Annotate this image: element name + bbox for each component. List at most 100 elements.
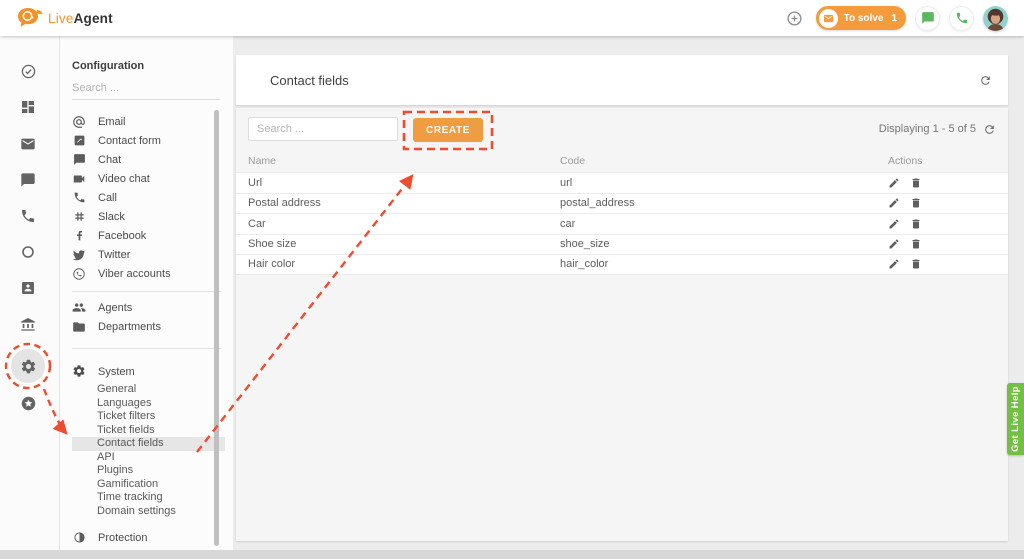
sidebar-divider xyxy=(72,348,221,349)
check-circle-icon xyxy=(20,63,37,80)
topbar: LiveAgent To solve 1 xyxy=(0,0,1024,36)
table-row[interactable]: Shoe size shoe_size xyxy=(236,234,1008,255)
rail-item-online-visitors[interactable] xyxy=(16,240,40,264)
liveagent-logo[interactable]: LiveAgent xyxy=(16,6,113,30)
sidebar-item-api[interactable]: API xyxy=(60,451,233,465)
column-header-name: Name xyxy=(236,155,560,167)
sidebar-item-call[interactable]: Call xyxy=(60,188,233,207)
cell-code: car xyxy=(560,218,888,230)
phone-icon xyxy=(20,208,36,224)
column-header-code: Code xyxy=(560,155,888,167)
delete-button[interactable] xyxy=(910,177,922,189)
sidebar-item-slack[interactable]: Slack xyxy=(60,207,233,226)
edit-button[interactable] xyxy=(888,238,900,250)
sidebar-item-viber-accounts[interactable]: Viber accounts xyxy=(60,264,233,283)
sidebar-item-contact-fields[interactable]: Contact fields xyxy=(72,437,225,451)
sidebar-item-ticket-fields[interactable]: Ticket fields xyxy=(60,424,233,438)
user-avatar[interactable] xyxy=(983,6,1008,31)
rail-item-settings[interactable] xyxy=(16,354,40,378)
sidebar-item-system[interactable]: System xyxy=(60,361,233,383)
refresh-button[interactable] xyxy=(979,74,992,87)
rail-item-chats[interactable] xyxy=(16,168,40,192)
table-row[interactable]: Url url xyxy=(236,172,1008,193)
viber-icon xyxy=(72,267,86,281)
edit-button[interactable] xyxy=(888,258,900,270)
sidebar-item-label: Agents xyxy=(98,302,132,314)
sidebar-item-label: Video chat xyxy=(98,173,150,185)
table-row[interactable]: Postal address postal_address xyxy=(236,193,1008,214)
sidebar-scrollbar[interactable] xyxy=(214,110,219,546)
edit-button[interactable] xyxy=(888,177,900,189)
sidebar-item-departments[interactable]: Departments xyxy=(60,317,233,336)
phone-icon xyxy=(955,11,969,25)
get-live-help-button[interactable]: Get Live Help xyxy=(1007,383,1024,455)
trash-icon xyxy=(910,177,922,189)
sidebar-item-facebook[interactable]: Facebook xyxy=(60,226,233,245)
rail-item-billing[interactable] xyxy=(16,312,40,336)
edit-button[interactable] xyxy=(888,197,900,209)
delete-button[interactable] xyxy=(910,218,922,230)
cell-code: postal_address xyxy=(560,197,888,209)
sidebar-item-agents[interactable]: Agents xyxy=(60,298,233,317)
trash-icon xyxy=(910,258,922,270)
icon-rail xyxy=(0,36,60,550)
delete-button[interactable] xyxy=(910,258,922,270)
cell-name: Car xyxy=(236,218,560,230)
sidebar-item-languages[interactable]: Languages xyxy=(60,397,233,411)
row-actions xyxy=(888,218,922,230)
envelope-icon xyxy=(20,136,36,152)
system-group-label: System xyxy=(98,366,135,378)
displaying-label: Displaying 1 - 5 of 5 xyxy=(879,123,976,135)
create-button[interactable]: CREATE xyxy=(413,118,483,142)
table-row[interactable]: Hair color hair_color xyxy=(236,254,1008,275)
logo-wordmark: LiveAgent xyxy=(48,11,113,26)
pencil-icon xyxy=(888,197,900,209)
staff-menu: Agents Departments xyxy=(60,298,233,336)
rail-item-dashboard[interactable] xyxy=(16,95,40,119)
sidebar-item-general[interactable]: General xyxy=(60,383,233,397)
delete-button[interactable] xyxy=(910,238,922,250)
contact-form-icon xyxy=(72,134,86,148)
chats-button[interactable] xyxy=(915,6,940,31)
rail-item-calls[interactable] xyxy=(16,204,40,228)
pencil-icon xyxy=(888,177,900,189)
sidebar-item-contact-form[interactable]: Contact form xyxy=(60,131,233,150)
edit-button[interactable] xyxy=(888,218,900,230)
rail-item-gamification[interactable] xyxy=(16,391,40,415)
table-refresh-button[interactable] xyxy=(983,123,996,136)
twitter-icon xyxy=(72,248,86,262)
sidebar-item-time-tracking[interactable]: Time tracking xyxy=(60,491,233,505)
bottom-scrollbar-track[interactable] xyxy=(0,550,1024,559)
delete-button[interactable] xyxy=(910,197,922,209)
sidebar-divider xyxy=(72,291,221,292)
envelope-icon xyxy=(819,9,838,28)
sidebar-item-ticket-filters[interactable]: Ticket filters xyxy=(60,410,233,424)
sidebar-item-label: Call xyxy=(98,192,117,204)
cell-code: hair_color xyxy=(560,258,888,270)
sidebar-item-gamification[interactable]: Gamification xyxy=(60,478,233,492)
table-row[interactable]: Car car xyxy=(236,213,1008,234)
logo-bubble-icon xyxy=(16,6,43,30)
row-actions xyxy=(888,177,922,189)
dashboard-grid-icon xyxy=(20,99,36,115)
rail-item-tasks[interactable] xyxy=(16,59,40,83)
sidebar-search-input[interactable] xyxy=(72,78,220,100)
sidebar-item-protection[interactable]: Protection xyxy=(60,528,233,547)
gear-icon xyxy=(72,364,86,381)
sidebar-item-domain-settings[interactable]: Domain settings xyxy=(60,505,233,519)
to-solve-button[interactable]: To solve 1 xyxy=(816,6,906,30)
sidebar-item-twitter[interactable]: Twitter xyxy=(60,245,233,264)
sidebar-item-label: Departments xyxy=(98,321,161,333)
chat-bubble-icon xyxy=(921,11,935,25)
sidebar-item-email[interactable]: Email xyxy=(60,112,233,131)
sidebar-item-video-chat[interactable]: Video chat xyxy=(60,169,233,188)
sidebar-item-chat[interactable]: Chat xyxy=(60,150,233,169)
rail-item-mail[interactable] xyxy=(16,132,40,156)
add-button[interactable] xyxy=(782,6,807,31)
rail-item-contacts[interactable] xyxy=(16,276,40,300)
calls-button[interactable] xyxy=(949,6,974,31)
refresh-icon xyxy=(979,74,992,87)
cell-name: Url xyxy=(236,177,560,189)
sidebar-item-plugins[interactable]: Plugins xyxy=(60,464,233,478)
table-search-input[interactable] xyxy=(248,117,398,141)
